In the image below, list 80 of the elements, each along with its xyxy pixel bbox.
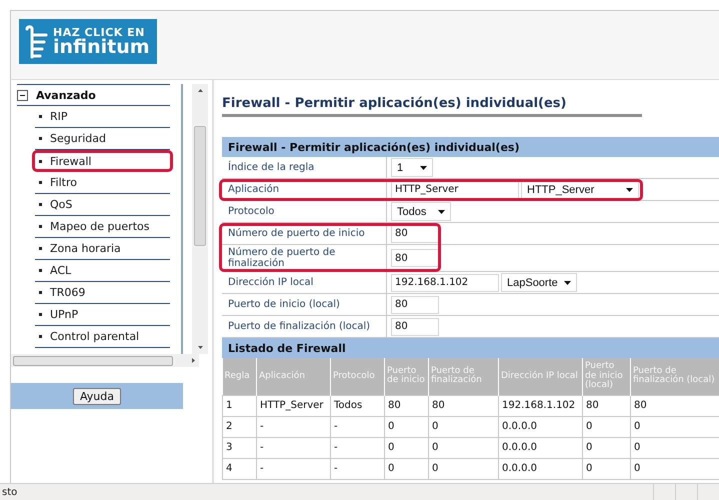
table-cell: 0.0.0.0	[498, 416, 582, 437]
column-header: Puerto de finalización (local)	[630, 358, 719, 395]
table-cell: 4	[222, 458, 256, 479]
caret-icon	[438, 210, 445, 214]
table-cell: 0	[428, 416, 498, 437]
table-cell: -	[330, 416, 384, 437]
table-cell: Todos	[330, 395, 384, 416]
sidebar-item[interactable]: Mapeo de puertos	[35, 216, 170, 238]
table-cell: 192.168.1.102	[498, 395, 582, 416]
table-cell: 0	[582, 437, 630, 458]
table-cell: 0	[384, 458, 428, 479]
input-field[interactable]: 80	[391, 249, 439, 267]
section-header: Listado de Firewall	[222, 338, 719, 358]
sidebar-item[interactable]: Seguridad	[35, 128, 170, 150]
sidebar-item[interactable]: QoS	[35, 194, 170, 216]
input-field[interactable]: 192.168.1.102	[391, 274, 499, 292]
field-label: Aplicación	[222, 179, 387, 200]
table-cell: -	[256, 437, 330, 458]
menu-group-label[interactable]: Avanzado	[36, 88, 96, 102]
input-field[interactable]: 80	[391, 296, 439, 314]
table-cell: -	[256, 458, 330, 479]
column-header: Dirección IP local	[498, 358, 582, 395]
column-header: Regla	[222, 358, 256, 395]
field-label: Protocolo	[222, 201, 387, 222]
sidebar-item[interactable]: ACL	[35, 260, 170, 282]
section-header: Firewall - Permitir aplicación(es) individual(es)	[222, 137, 719, 157]
field-label: Puerto de finalización (local)	[222, 316, 387, 337]
dropdown[interactable]: LapSoorte	[501, 273, 577, 292]
logo-text: infinitum	[53, 38, 150, 56]
column-header: Puerto de finalización	[428, 358, 498, 395]
table-cell: 0	[428, 458, 498, 479]
table-cell: 80	[582, 395, 630, 416]
sidebar-item[interactable]: UPnP	[35, 304, 170, 326]
table-cell: 0	[582, 416, 630, 437]
scroll-right-icon[interactable]	[191, 357, 197, 364]
table-cell: 2	[222, 416, 256, 437]
dropdown[interactable]: Todos	[391, 202, 451, 221]
table-cell: 3	[222, 437, 256, 458]
caret-icon	[626, 188, 633, 192]
field-label: Número de puerto de inicio	[222, 223, 387, 244]
help-button[interactable]: Ayuda	[73, 388, 121, 404]
table-cell: HTTP_Server	[256, 395, 330, 416]
page-title: Firewall - Permitir aplicación(es) individual(es)	[222, 96, 642, 117]
table-cell: 0	[384, 437, 428, 458]
collapse-icon[interactable]	[17, 90, 28, 100]
sidebar-item[interactable]: TR069	[35, 282, 170, 304]
sidebar-item[interactable]: Filtro	[35, 172, 170, 194]
logo-text: HAZ CLICK EN	[53, 26, 146, 38]
column-header: Puerto de inicio	[384, 358, 428, 395]
column-header: Puerto de inicio (local)	[582, 358, 630, 395]
input-field[interactable]: 80	[391, 318, 439, 336]
column-header: Aplicación	[256, 358, 330, 395]
horizontal-scrollbar[interactable]	[11, 354, 199, 367]
table-cell: -	[330, 458, 384, 479]
table-cell: 0	[428, 437, 498, 458]
table-cell: 1	[222, 395, 256, 416]
table-cell: 0	[384, 416, 428, 437]
field-label: Índice de la regla	[222, 157, 387, 178]
field-label: Puerto de inicio (local)	[222, 294, 387, 315]
table-cell: -	[330, 437, 384, 458]
table-cell: 0	[582, 458, 630, 479]
caret-icon	[420, 166, 427, 170]
caret-icon	[564, 280, 571, 284]
table-cell: 0.0.0.0	[498, 458, 582, 479]
table-cell: 80	[428, 395, 498, 416]
column-header: Protocolo	[330, 358, 384, 395]
vertical-scrollbar[interactable]	[192, 84, 208, 354]
status-text: sto	[2, 486, 18, 498]
field-label: Dirección IP local	[222, 272, 387, 293]
sidebar-item[interactable]: Control parental	[35, 326, 170, 348]
table-cell: 0.0.0.0	[498, 437, 582, 458]
table-cell: -	[256, 416, 330, 437]
sidebar-item[interactable]: Zona horaria	[35, 238, 170, 260]
table-cell: 80	[384, 395, 428, 416]
sidebar-item[interactable]: Firewall	[32, 150, 173, 172]
hand-icon	[23, 22, 49, 60]
field-label: Número de puerto de finalización	[222, 245, 387, 271]
sidebar-item[interactable]: RIP	[35, 106, 170, 128]
dropdown[interactable]: 1	[391, 158, 433, 177]
table-cell: 80	[630, 395, 719, 416]
